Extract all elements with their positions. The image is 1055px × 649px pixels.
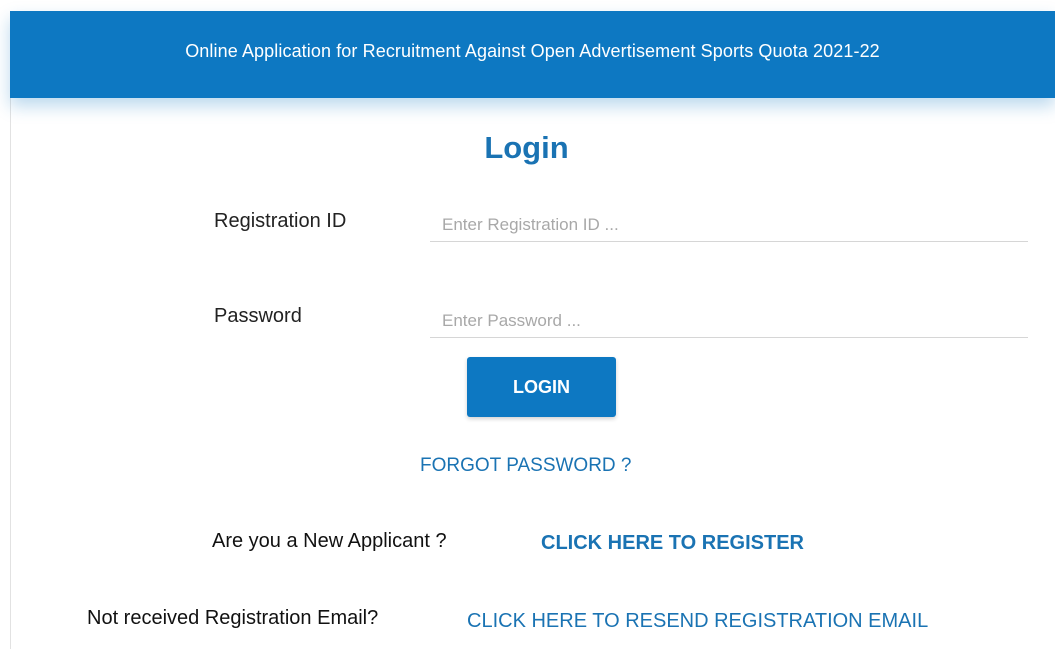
password-label: Password (214, 305, 302, 327)
login-heading: Login (0, 130, 1055, 166)
new-applicant-prompt: Are you a New Applicant ? (212, 530, 447, 552)
login-button[interactable]: LOGIN (467, 357, 616, 417)
resend-email-prompt: Not received Registration Email? (87, 607, 379, 629)
forgot-password-link[interactable]: FORGOT PASSWORD ? (420, 455, 632, 477)
register-link[interactable]: CLICK HERE TO REGISTER (541, 532, 804, 555)
resend-registration-email-link[interactable]: CLICK HERE TO RESEND REGISTRATION EMAIL (467, 610, 928, 633)
login-heading-text: Login (484, 130, 569, 165)
registration-id-label: Registration ID (214, 210, 347, 232)
page-border (10, 98, 11, 649)
registration-id-input[interactable] (430, 208, 1028, 242)
password-input[interactable] (430, 304, 1028, 338)
login-page: Online Application for Recruitment Again… (0, 0, 1055, 649)
page-header: Online Application for Recruitment Again… (10, 11, 1055, 98)
header-title: Online Application for Recruitment Again… (185, 41, 880, 61)
